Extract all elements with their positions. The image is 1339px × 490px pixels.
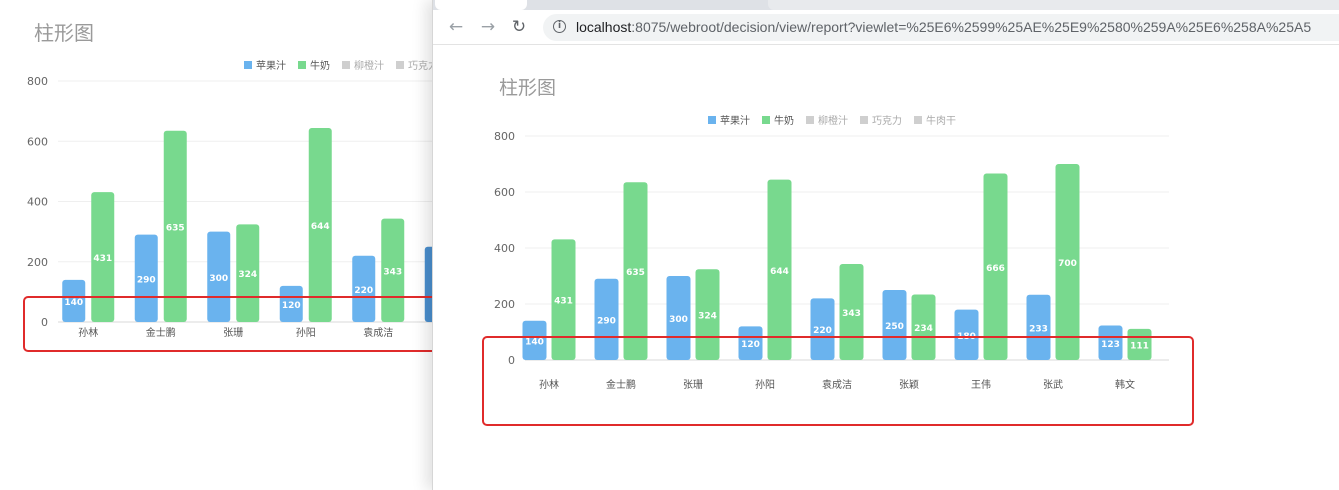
- active-tab[interactable]: [435, 0, 527, 10]
- arrow-left-icon[interactable]: ←: [445, 16, 467, 38]
- legend-swatch: [914, 116, 922, 124]
- bar-value-label: 300: [669, 315, 688, 325]
- legend-swatch: [342, 61, 350, 69]
- bar-value-label: 343: [383, 267, 402, 277]
- bar-value-label: 666: [986, 264, 1005, 274]
- xaxis-highlight: [482, 336, 1194, 426]
- bar-value-label: 220: [354, 286, 373, 296]
- legend-item-label: 苹果汁: [720, 114, 750, 127]
- bar-value-label: 635: [626, 268, 645, 278]
- bar-value-label: 234: [914, 324, 933, 334]
- url-host: localhost: [576, 19, 632, 35]
- reload-icon[interactable]: ↻: [508, 16, 530, 38]
- bar-value-label: 343: [842, 309, 861, 319]
- background-report-window: 柱形图 0 200 400 600 800 苹果汁 牛奶 柳橙汁 巧克力 孙林 140 431 金士鹏 2…: [0, 0, 436, 490]
- bar-value-label: 635: [166, 223, 185, 233]
- info-icon[interactable]: i: [553, 20, 566, 33]
- back-bar-chart: 0200400600800苹果汁 牛奶 柳橙汁 巧克力孙林140431金士鹏29063…: [27, 59, 436, 339]
- legend-item-label: 牛奶: [310, 59, 330, 72]
- bar-value-label: 250: [885, 322, 904, 332]
- tab-strip: [433, 0, 1339, 10]
- legend-swatch: [708, 116, 716, 124]
- legend-swatch: [298, 61, 306, 69]
- legend-swatch: [806, 116, 814, 124]
- y-tick-label: 400: [494, 242, 515, 255]
- legend-item-label: 柳橙汁: [818, 114, 848, 127]
- bar-value-label: 431: [93, 254, 112, 264]
- bar-value-label: 700: [1058, 259, 1077, 269]
- url-path: :8075/webroot/decision/view/report?viewl…: [631, 19, 1312, 35]
- bar-value-label: 233: [1029, 324, 1048, 334]
- address-bar[interactable]: i localhost:8075/webroot/decision/view/r…: [543, 14, 1339, 41]
- legend-item-label: 柳橙汁: [354, 59, 384, 72]
- legend-item-label: 苹果汁: [256, 59, 286, 72]
- y-tick-label: 800: [494, 130, 515, 143]
- bar-value-label: 324: [698, 312, 717, 322]
- bar-value-label: 431: [554, 297, 573, 307]
- y-tick-label: 600: [494, 186, 515, 199]
- legend-item-label: 牛奶: [774, 114, 794, 127]
- arrow-right-icon[interactable]: →: [477, 16, 499, 38]
- inactive-tab[interactable]: [768, 0, 1339, 10]
- back-xaxis-highlight: [23, 296, 436, 352]
- y-tick-label: 200: [494, 298, 515, 311]
- legend-swatch: [762, 116, 770, 124]
- browser-toolbar: ← → ↻ i localhost:8075/webroot/decision/…: [433, 10, 1339, 45]
- bar-value-label: 300: [209, 274, 228, 284]
- legend-swatch: [244, 61, 252, 69]
- y-tick-label: 800: [27, 75, 48, 88]
- bar-value-label: 290: [137, 275, 156, 285]
- url-text[interactable]: localhost:8075/webroot/decision/view/rep…: [576, 19, 1311, 36]
- legend-swatch: [396, 61, 404, 69]
- legend-item-label: 牛肉干: [926, 114, 956, 127]
- legend-item-label: 巧克力: [872, 114, 902, 127]
- y-tick-label: 200: [27, 256, 48, 269]
- bar-value-label: 644: [311, 222, 330, 232]
- browser-window: ← → ↻ i localhost:8075/webroot/decision/…: [432, 0, 1339, 490]
- y-tick-label: 400: [27, 196, 48, 209]
- bar-value-label: 290: [597, 316, 616, 326]
- legend-swatch: [860, 116, 868, 124]
- y-tick-label: 600: [27, 135, 48, 148]
- bar-value-label: 324: [238, 270, 257, 280]
- bar-value-label: 644: [770, 267, 789, 277]
- bar-value-label: 220: [813, 326, 832, 336]
